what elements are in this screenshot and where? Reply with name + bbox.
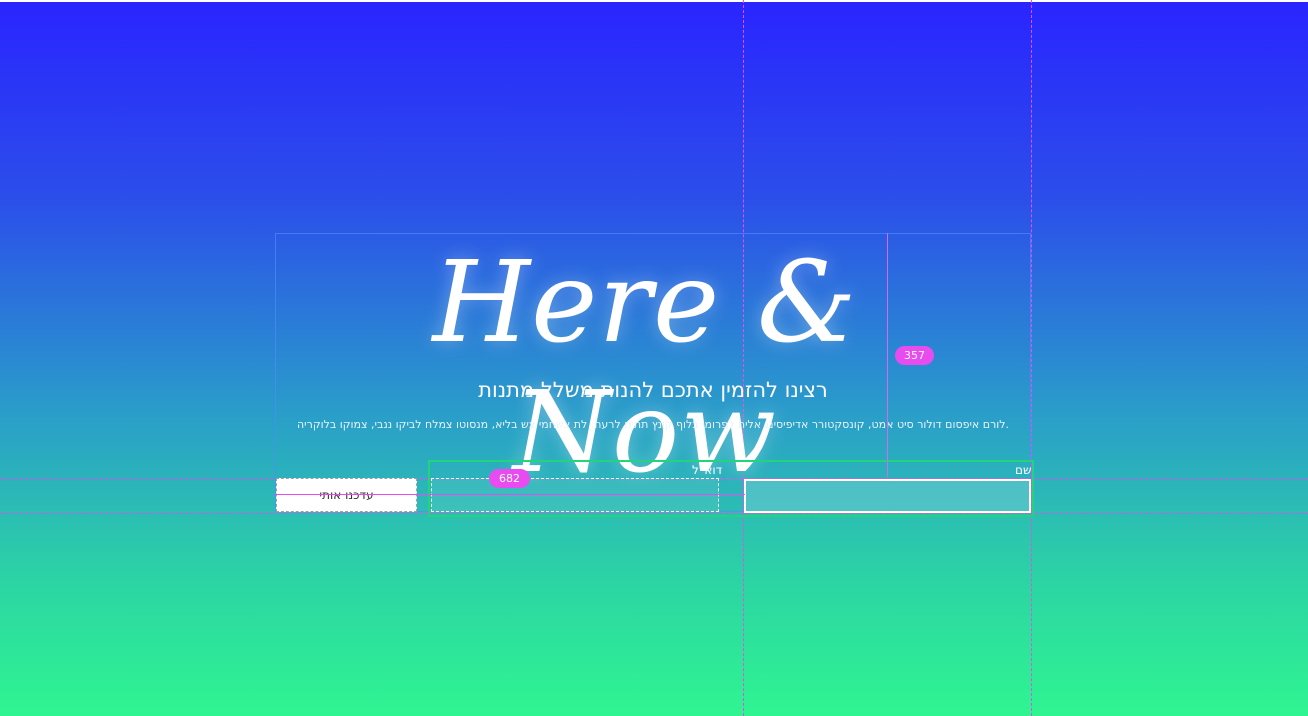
logo-title: Here & Now	[432, 238, 858, 498]
width-measure-badge: 682	[489, 469, 530, 488]
top-border	[0, 0, 1308, 2]
vertical-guide-right	[1031, 0, 1032, 716]
height-measure-line	[887, 233, 888, 477]
height-measure-badge: 357	[895, 346, 934, 365]
hero-description: .לורם איפסום דולור סיט אמט, קונסקטורר אד…	[296, 418, 1010, 431]
email-input[interactable]	[431, 478, 719, 512]
hero-subtitle: רצינו להזמין אתכם להנות משלל מתנות	[478, 378, 828, 402]
name-input[interactable]	[744, 479, 1031, 513]
name-field-label: שם	[1015, 463, 1032, 477]
width-measure-line	[275, 494, 745, 495]
email-field-label: דוא"ל	[692, 463, 723, 477]
submit-button[interactable]: עדכנו אותי	[276, 478, 417, 512]
